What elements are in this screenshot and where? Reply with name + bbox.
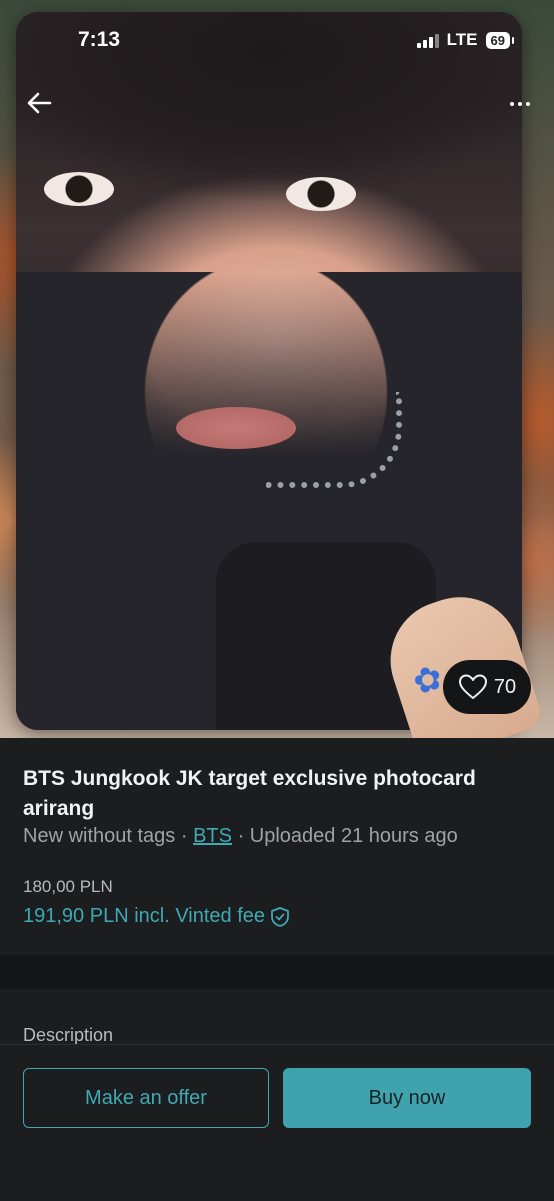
status-time: 7:13 — [78, 28, 121, 51]
heart-icon — [458, 674, 487, 699]
price-with-fee-label: 191,90 PLN incl. Vinted fee — [23, 905, 266, 927]
favourite-count: 70 — [493, 675, 517, 698]
item-title: BTS Jungkook JK target exclusive photoca… — [23, 767, 476, 820]
shield-check-icon — [271, 906, 289, 927]
item-price: 180,00 PLN — [23, 877, 113, 896]
photo-chain — [266, 392, 402, 488]
photo-eye-left — [44, 172, 114, 206]
photo-eye-right — [286, 177, 356, 211]
meta-separator: · — [237, 825, 245, 847]
item-condition: New without tags — [23, 825, 176, 847]
upload-time: Uploaded 21 hours ago — [249, 825, 458, 847]
price-with-fee[interactable]: 191,90 PLN incl. Vinted fee — [23, 905, 291, 928]
favourite-button[interactable]: 70 — [443, 660, 531, 714]
back-arrow-icon[interactable] — [24, 88, 54, 118]
meta-separator: · — [180, 825, 188, 847]
description-heading: Description — [23, 1025, 114, 1045]
flower-icon: ✿ — [408, 657, 448, 703]
make-offer-button[interactable]: Make an offer — [23, 1068, 269, 1128]
item-photo[interactable]: ✿ — [0, 0, 554, 738]
status-indicators: LTE 69 — [416, 30, 515, 50]
battery-icon: 69 — [485, 31, 515, 49]
signal-icon — [416, 32, 439, 48]
more-options-icon[interactable] — [508, 94, 532, 114]
network-type: LTE — [446, 30, 478, 49]
item-meta: New without tags · BTS · Uploaded 21 hou… — [23, 825, 458, 848]
brand-link[interactable]: BTS — [193, 825, 232, 847]
buy-now-button[interactable]: Buy now — [283, 1068, 531, 1128]
section-divider — [0, 955, 554, 989]
